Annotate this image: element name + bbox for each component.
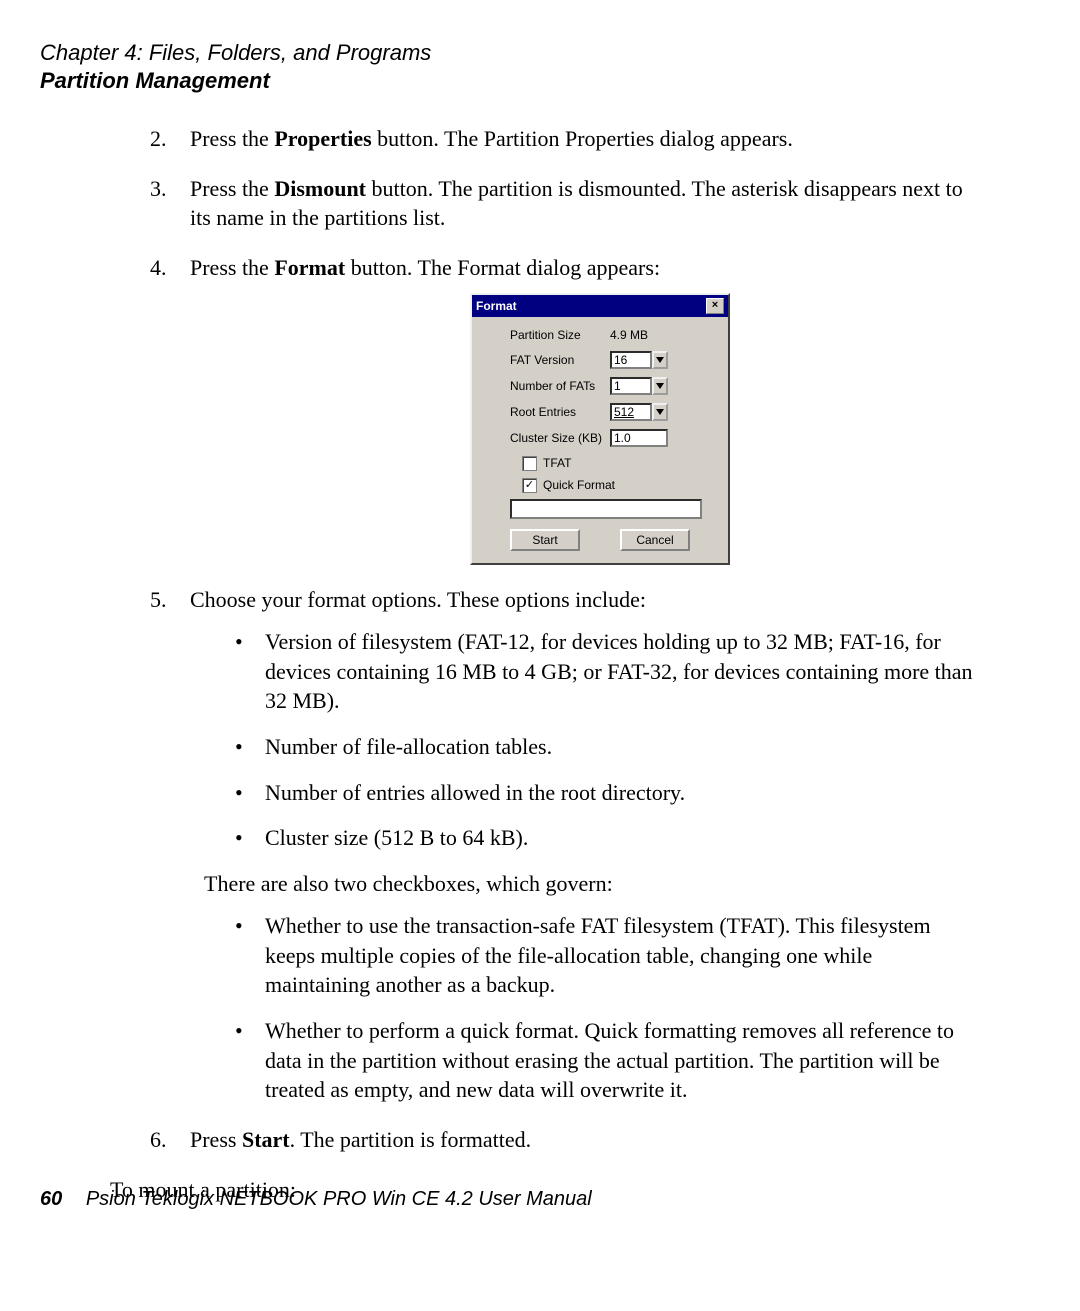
root-entries-value: 512 [610,403,652,421]
step-5: 5. Choose your format options. These opt… [40,585,980,1105]
step-text-pre: Press [190,1127,242,1152]
quick-format-label: Quick Format [543,477,615,493]
manual-title: Psion Teklogix NETBOOK PRO Win CE 4.2 Us… [86,1188,592,1210]
fat-version-label: FAT Version [486,352,610,368]
bullet-num-fats: Number of file-allocation tables. [190,732,980,762]
bullet-fat-version: Version of filesystem (FAT-12, for devic… [190,627,980,716]
section-heading: Partition Management [40,68,980,94]
step-bold: Properties [274,126,371,151]
step-text-post: button. The Format dialog appears: [345,255,660,280]
step-bold: Format [274,255,345,280]
step-text: Choose your format options. These option… [190,587,646,612]
chevron-down-icon[interactable] [652,351,668,369]
page-number: 60 [40,1188,62,1210]
step-bold: Start [242,1127,290,1152]
progress-bar [510,499,702,519]
close-icon[interactable]: × [706,298,724,314]
step-3: 3. Press the Dismount button. The partit… [40,174,980,233]
page-footer: 60 Psion Teklogix NETBOOK PRO Win CE 4.2… [40,1188,592,1211]
step-text-post: button. The Partition Properties dialog … [372,126,793,151]
tfat-checkbox[interactable] [522,456,537,471]
num-fats-select[interactable]: 1 [610,377,668,395]
cluster-size-input[interactable]: 1.0 [610,429,668,447]
start-button[interactable]: Start [510,529,580,551]
step-text-pre: Press the [190,176,274,201]
step-number: 2. [150,124,167,154]
partition-size-value: 4.9 MB [610,327,648,343]
chevron-down-icon[interactable] [652,403,668,421]
steps-list: 2. Press the Properties button. The Part… [40,124,980,1155]
step-number: 3. [150,174,167,204]
fat-version-select[interactable]: 16 [610,351,668,369]
dialog-title: Format [476,298,517,314]
num-fats-value: 1 [610,377,652,395]
options-bullets: Version of filesystem (FAT-12, for devic… [190,627,980,853]
checkbox-intro: There are also two checkboxes, which gov… [204,869,980,899]
num-fats-label: Number of FATs [486,378,610,394]
step-text-pre: Press the [190,255,274,280]
step-number: 6. [150,1125,167,1155]
fat-version-value: 16 [610,351,652,369]
step-bold: Dismount [274,176,366,201]
chevron-down-icon[interactable] [652,377,668,395]
step-number: 4. [150,253,167,283]
step-4: 4. Press the Format button. The Format d… [40,253,980,565]
cluster-size-label: Cluster Size (KB) [486,430,610,446]
step-text-pre: Press the [190,126,274,151]
tfat-label: TFAT [543,455,571,471]
dialog-titlebar[interactable]: Format × [472,295,728,317]
bullet-root-entries: Number of entries allowed in the root di… [190,778,980,808]
root-entries-label: Root Entries [486,404,610,420]
partition-size-label: Partition Size [486,327,610,343]
step-text-post: . The partition is formatted. [290,1127,532,1152]
step-6: 6. Press Start. The partition is formatt… [40,1125,980,1155]
quick-format-checkbox[interactable]: ✓ [522,478,537,493]
step-2: 2. Press the Properties button. The Part… [40,124,980,154]
bullet-cluster-size: Cluster size (512 B to 64 kB). [190,823,980,853]
root-entries-select[interactable]: 512 [610,403,668,421]
checkbox-bullets: Whether to use the transaction-safe FAT … [190,911,980,1105]
chapter-heading: Chapter 4: Files, Folders, and Programs [40,40,980,66]
step-number: 5. [150,585,167,615]
cancel-button[interactable]: Cancel [620,529,690,551]
bullet-tfat: Whether to use the transaction-safe FAT … [190,911,980,1000]
format-dialog: Format × Partition Size 4.9 MB FAT Versi… [470,293,730,566]
bullet-quick: Whether to perform a quick format. Quick… [190,1016,980,1105]
